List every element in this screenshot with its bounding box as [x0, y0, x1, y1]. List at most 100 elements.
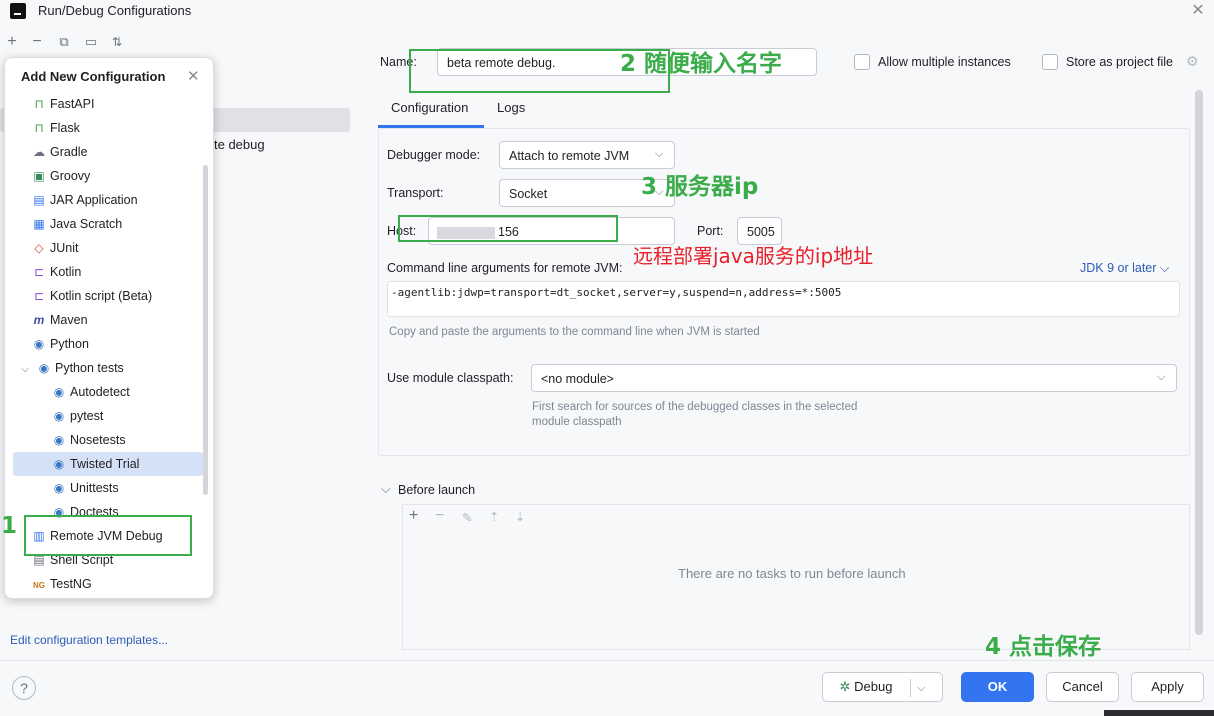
tab-configuration[interactable]: Configuration: [391, 100, 468, 115]
popup-item-java-scratch[interactable]: ▦ Java Scratch: [31, 212, 221, 236]
title-bar: Run/Debug Configurations ✕: [0, 0, 1214, 24]
empty-tasks-text: There are no tasks to run before launch: [678, 566, 906, 581]
popup-item-twisted-trial[interactable]: ◉ Twisted Trial: [13, 452, 203, 476]
item-label: TestNG: [50, 577, 92, 591]
item-label: JAR Application: [50, 193, 138, 207]
module-hint-line1: First search for sources of the debugged…: [532, 401, 858, 413]
remove-icon[interactable]: −: [28, 33, 46, 51]
annotation-box-host: [398, 215, 618, 242]
testng-icon: NG: [33, 581, 45, 590]
bug-icon: ✲: [839, 679, 851, 694]
chevron-down-icon: ⌵: [21, 364, 29, 375]
edit-templates-link[interactable]: Edit configuration templates...: [10, 633, 168, 647]
tab-logs[interactable]: Logs: [497, 100, 525, 115]
allow-multiple-checkbox[interactable]: [854, 54, 870, 70]
chevron-down-icon: ⌵: [1157, 371, 1166, 383]
maven-icon: m: [33, 313, 45, 327]
debugger-mode-value: Attach to remote JVM: [509, 149, 630, 163]
close-icon[interactable]: ✕: [1188, 0, 1208, 20]
item-label: JUnit: [50, 241, 79, 255]
cancel-button[interactable]: Cancel: [1046, 672, 1119, 702]
jar-icon: ▤: [33, 193, 45, 207]
transport-value: Socket: [509, 187, 548, 201]
gradle-icon: ☁: [33, 145, 45, 159]
ok-button[interactable]: OK: [961, 672, 1034, 702]
popup-item-jar-application[interactable]: ▤ JAR Application: [31, 188, 221, 212]
sort-icon[interactable]: ⇅: [108, 33, 126, 51]
popup-item-groovy[interactable]: ▣ Groovy: [31, 164, 221, 188]
add-icon[interactable]: +: [3, 33, 21, 51]
popup-item-fastapi[interactable]: ⊓ FastAPI: [31, 92, 221, 116]
python-icon: ◉: [33, 337, 45, 351]
tree-item-remote-debug[interactable]: te debug: [214, 137, 265, 152]
module-classpath-label: Use module classpath:: [387, 371, 514, 385]
add-task-icon[interactable]: +: [409, 507, 418, 525]
popup-item-autodetect[interactable]: ◉ Autodetect: [51, 380, 201, 404]
close-icon[interactable]: ✕: [187, 67, 200, 85]
store-project-label: Store as project file: [1066, 55, 1173, 69]
move-down-icon[interactable]: ⇣: [515, 509, 525, 524]
python-icon: ◉: [53, 385, 65, 399]
python-icon: ◉: [53, 409, 65, 423]
chevron-down-icon[interactable]: ⌵: [381, 482, 390, 497]
module-classpath-select[interactable]: <no module>: [531, 364, 1177, 392]
debug-button[interactable]: ✲ Debug ⌵: [822, 672, 943, 702]
kotlin-icon: ⊏: [33, 265, 45, 279]
python-icon: ⊓: [34, 121, 44, 135]
debugger-mode-select[interactable]: Attach to remote JVM: [499, 141, 675, 169]
item-label: pytest: [70, 409, 104, 423]
help-button[interactable]: ?: [12, 676, 36, 700]
item-label: Flask: [50, 121, 80, 135]
popup-item-nosetests[interactable]: ◉ Nosetests: [51, 428, 201, 452]
popup-item-gradle[interactable]: ☁ Gradle: [31, 140, 221, 164]
popup-item-flask[interactable]: ⊓ Flask: [31, 116, 221, 140]
item-label: Kotlin script (Beta): [50, 289, 153, 303]
store-project-checkbox[interactable]: [1042, 54, 1058, 70]
item-label: Nosetests: [70, 433, 126, 447]
groovy-icon: ▣: [33, 169, 45, 183]
chevron-down-icon[interactable]: ⌵: [917, 682, 925, 694]
edit-task-icon[interactable]: ✎: [462, 510, 472, 525]
move-up-icon[interactable]: ⇡: [489, 509, 499, 524]
scratch-icon: ▦: [33, 217, 45, 231]
cmd-args-field[interactable]: -agentlib:jdwp=transport=dt_socket,serve…: [387, 281, 1180, 317]
remove-task-icon[interactable]: −: [435, 507, 444, 525]
python-icon: ◉: [53, 481, 65, 495]
popup-item-testng[interactable]: NG TestNG: [31, 572, 221, 596]
jdk-version-select[interactable]: JDK 9 or later ⌵: [1080, 261, 1169, 276]
debugger-mode-label: Debugger mode:: [387, 148, 481, 162]
item-label: Gradle: [50, 145, 88, 159]
popup-item-python-tests[interactable]: ⌵ ◉ Python tests: [17, 356, 207, 380]
item-label: Groovy: [50, 169, 91, 183]
popup-item-python[interactable]: ◉ Python: [31, 332, 221, 356]
window-title: Run/Debug Configurations: [38, 3, 192, 18]
python-icon: ◉: [38, 361, 50, 375]
module-hint-line2: module classpath: [532, 416, 622, 428]
popup-item-unittests[interactable]: ◉ Unittests: [51, 476, 201, 500]
popup-item-maven[interactable]: m Maven: [31, 308, 221, 332]
popup-item-pytest[interactable]: ◉ pytest: [51, 404, 201, 428]
background-window-edge: [1104, 710, 1214, 716]
cmd-args-hint: Copy and paste the arguments to the comm…: [389, 326, 760, 338]
item-label: Python tests: [55, 361, 124, 375]
debug-label: Debug: [854, 679, 893, 694]
junit-icon: ◇: [34, 241, 44, 255]
popup-scrollbar[interactable]: [203, 165, 208, 495]
annotation-step4: 4 点击保存: [985, 634, 1102, 660]
copy-icon[interactable]: ⧉: [55, 33, 73, 51]
apply-button[interactable]: Apply: [1131, 672, 1204, 702]
popup-item-junit[interactable]: ◇ JUnit: [31, 236, 221, 260]
popup-item-kotlin[interactable]: ⊏ Kotlin: [31, 260, 221, 284]
annotation-step2: 2 随便输入名字: [620, 51, 783, 77]
kotlin-icon: ⊏: [33, 289, 45, 303]
scrollbar[interactable]: [1195, 90, 1203, 635]
app-icon: [10, 3, 26, 19]
item-label: Autodetect: [70, 385, 130, 399]
popup-item-kotlin-script[interactable]: ⊏ Kotlin script (Beta): [31, 284, 221, 308]
transport-label: Transport:: [387, 186, 444, 200]
folder-icon[interactable]: ▭: [82, 33, 100, 51]
gear-icon[interactable]: ⚙: [1186, 53, 1199, 70]
before-launch-label[interactable]: Before launch: [398, 483, 475, 497]
item-label: Java Scratch: [50, 217, 123, 231]
item-label: Kotlin: [50, 265, 82, 279]
